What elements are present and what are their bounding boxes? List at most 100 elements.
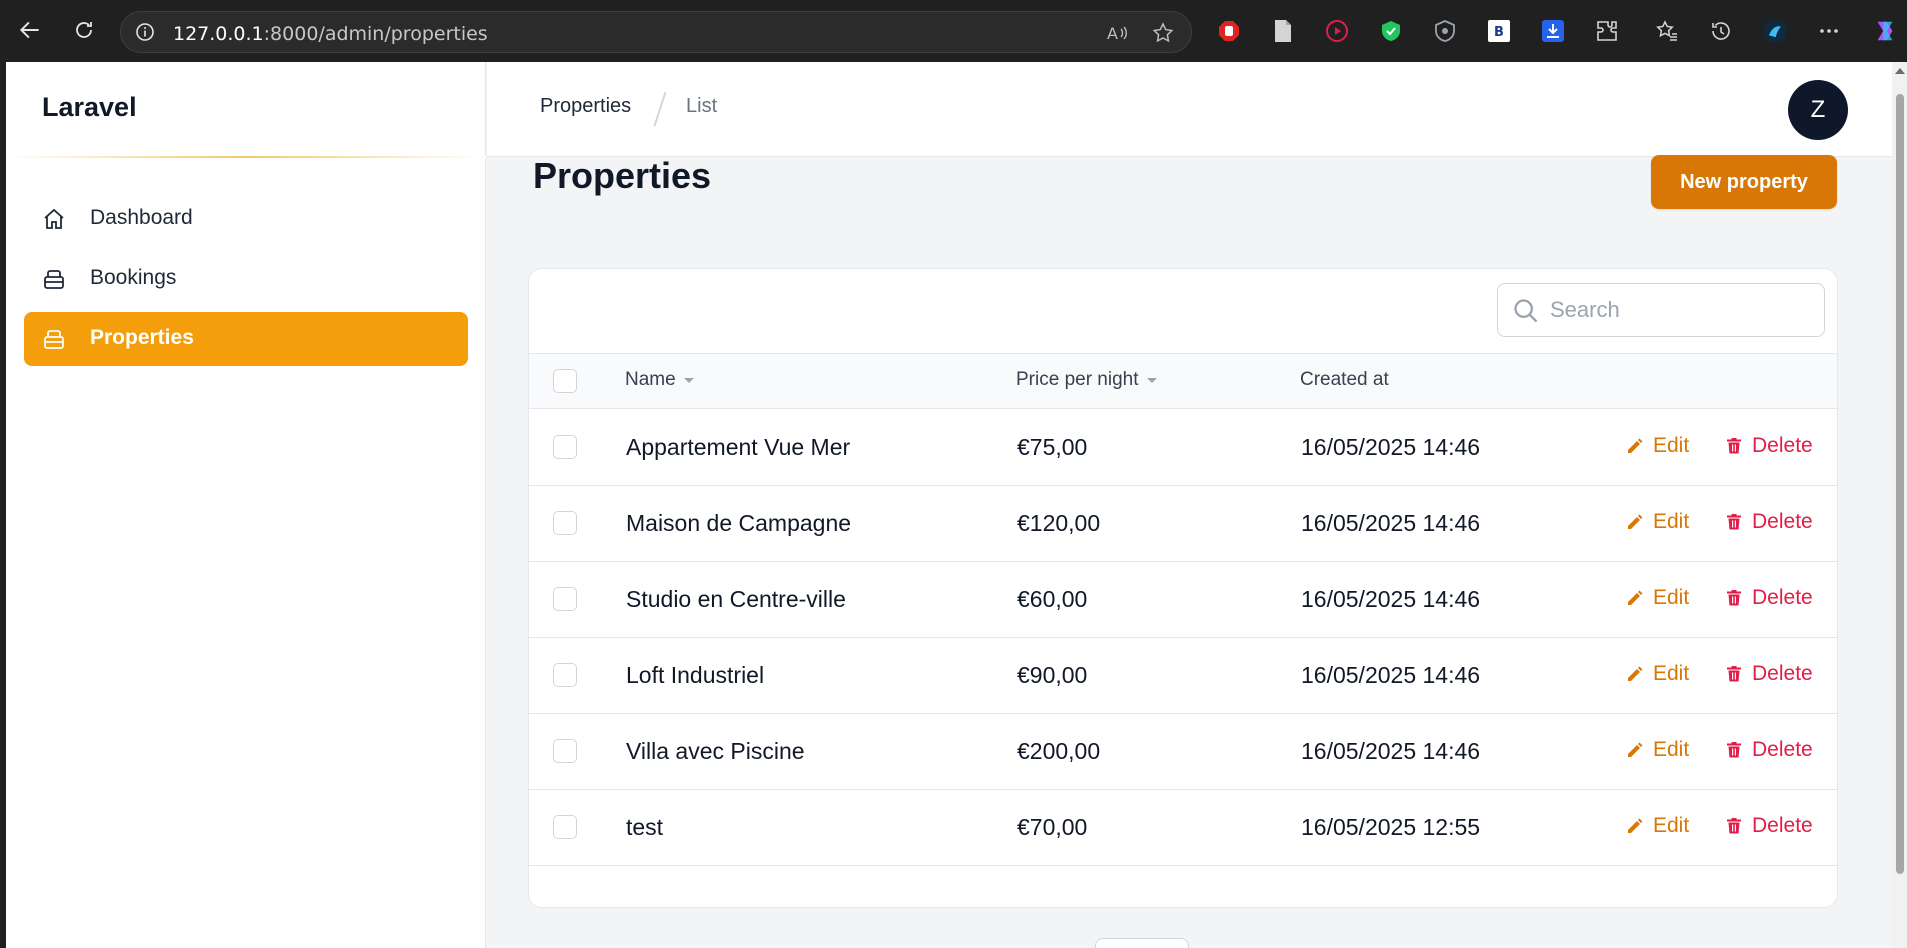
search-input[interactable] bbox=[1550, 294, 1810, 326]
avatar[interactable]: Z bbox=[1788, 80, 1848, 140]
edit-button[interactable]: Edit bbox=[1625, 662, 1689, 686]
edit-label: Edit bbox=[1653, 510, 1690, 533]
sort-chevron-icon bbox=[1146, 377, 1157, 383]
edit-button[interactable]: Edit bbox=[1625, 434, 1689, 458]
download-extension-icon[interactable] bbox=[1540, 18, 1566, 44]
trash-icon bbox=[1727, 590, 1741, 606]
favorite-icon[interactable] bbox=[1151, 21, 1175, 45]
favorites-icon[interactable] bbox=[1654, 18, 1680, 44]
sidebar-item-label: Dashboard bbox=[90, 206, 193, 229]
delete-button[interactable]: Delete bbox=[1724, 434, 1813, 458]
more-icon[interactable] bbox=[1816, 18, 1842, 44]
row-checkbox[interactable] bbox=[553, 587, 577, 611]
page-title: Properties bbox=[533, 155, 712, 196]
document-extension-icon[interactable] bbox=[1270, 18, 1296, 44]
row-checkbox[interactable] bbox=[553, 435, 577, 459]
property-created-at: 16/05/2025 14:46 bbox=[1301, 662, 1481, 688]
extensions-puzzle-icon[interactable] bbox=[1594, 18, 1620, 44]
delete-button[interactable]: Delete bbox=[1724, 814, 1813, 838]
shield-extension-icon[interactable] bbox=[1432, 18, 1458, 44]
row-checkbox[interactable] bbox=[553, 815, 577, 839]
edit-button[interactable]: Edit bbox=[1625, 814, 1689, 838]
adblock-extension-icon[interactable] bbox=[1216, 18, 1242, 44]
delete-label: Delete bbox=[1752, 738, 1813, 761]
building-icon bbox=[44, 330, 64, 349]
delete-label: Delete bbox=[1752, 814, 1813, 837]
row-checkbox[interactable] bbox=[553, 663, 577, 687]
sidebar-item-properties[interactable]: Properties bbox=[24, 312, 468, 366]
home-icon bbox=[44, 208, 64, 229]
brand-logo-text[interactable]: Laravel bbox=[42, 92, 137, 123]
edit-label: Edit bbox=[1653, 662, 1690, 685]
scrollbar-thumb[interactable] bbox=[1896, 94, 1904, 874]
scroll-up-arrow[interactable] bbox=[1895, 68, 1905, 74]
svg-text:A: A bbox=[1107, 24, 1118, 43]
delete-button[interactable]: Delete bbox=[1724, 510, 1813, 534]
trash-icon bbox=[1727, 666, 1741, 682]
table-row: Villa avec Piscine €200,00 16/05/2025 14:4… bbox=[529, 714, 1837, 790]
pencil-icon bbox=[1628, 590, 1643, 605]
sidebar-item-bookings[interactable]: Bookings bbox=[24, 252, 468, 306]
edit-button[interactable]: Edit bbox=[1625, 510, 1689, 534]
copilot-icon[interactable] bbox=[1872, 18, 1898, 44]
breadcrumb-properties[interactable]: Properties bbox=[540, 95, 631, 118]
address-bar[interactable]: 127.0.0.1:8000/admin/properties A bbox=[120, 11, 1192, 53]
column-created-label: Created at bbox=[1300, 369, 1389, 390]
property-price: €90,00 bbox=[1017, 662, 1088, 688]
edit-label: Edit bbox=[1653, 434, 1690, 457]
edit-label: Edit bbox=[1653, 814, 1690, 837]
property-price: €120,00 bbox=[1017, 510, 1101, 536]
svg-text:B: B bbox=[1494, 25, 1504, 40]
brand-divider bbox=[6, 156, 486, 158]
edit-button[interactable]: Edit bbox=[1625, 586, 1689, 610]
property-name: test bbox=[626, 814, 664, 840]
search-icon bbox=[1514, 299, 1538, 323]
sort-chevron-icon bbox=[683, 377, 694, 383]
pencil-icon bbox=[1628, 818, 1643, 833]
delete-button[interactable]: Delete bbox=[1724, 586, 1813, 610]
pencil-icon bbox=[1628, 514, 1643, 529]
row-checkbox[interactable] bbox=[553, 739, 577, 763]
column-name-header[interactable]: Name bbox=[625, 369, 694, 391]
property-price: €75,00 bbox=[1017, 434, 1088, 460]
delete-label: Delete bbox=[1752, 662, 1813, 685]
property-name: Loft Industriel bbox=[626, 662, 765, 688]
properties-table: Name Price per night Created at Appartem… bbox=[528, 268, 1838, 908]
table-row: Appartement Vue Mer €75,00 16/05/2025 14:4… bbox=[529, 410, 1837, 486]
shield-check-extension-icon[interactable] bbox=[1378, 18, 1404, 44]
page-scrollbar[interactable] bbox=[1892, 62, 1907, 948]
delete-label: Delete bbox=[1752, 510, 1813, 533]
property-created-at: 16/05/2025 14:46 bbox=[1301, 510, 1481, 536]
trash-icon bbox=[1727, 514, 1741, 530]
profile-icon[interactable] bbox=[1762, 18, 1788, 44]
row-checkbox[interactable] bbox=[553, 511, 577, 535]
pagination-control[interactable] bbox=[1095, 938, 1189, 948]
delete-button[interactable]: Delete bbox=[1724, 738, 1813, 762]
building-icon bbox=[44, 270, 64, 289]
sidebar-item-label: Bookings bbox=[90, 266, 177, 289]
read-aloud-icon[interactable]: A bbox=[1105, 21, 1129, 45]
column-price-label: Price per night bbox=[1016, 369, 1139, 390]
select-all-checkbox[interactable] bbox=[553, 369, 577, 393]
delete-label: Delete bbox=[1752, 434, 1813, 457]
sidebar-item-dashboard[interactable]: Dashboard bbox=[24, 192, 468, 246]
search-field[interactable] bbox=[1497, 283, 1825, 337]
info-icon[interactable] bbox=[135, 22, 155, 42]
video-extension-icon[interactable] bbox=[1324, 18, 1350, 44]
pencil-icon bbox=[1628, 742, 1643, 757]
edit-button[interactable]: Edit bbox=[1625, 738, 1689, 762]
reload-icon[interactable] bbox=[66, 12, 102, 48]
new-property-button[interactable]: New property bbox=[1651, 155, 1837, 209]
property-created-at: 16/05/2025 14:46 bbox=[1301, 738, 1481, 764]
history-icon[interactable] bbox=[1708, 18, 1734, 44]
back-icon[interactable] bbox=[12, 12, 48, 48]
column-name-label: Name bbox=[625, 369, 676, 390]
b-extension-icon[interactable]: B bbox=[1486, 18, 1512, 44]
delete-label: Delete bbox=[1752, 586, 1813, 609]
sidebar-item-label: Properties bbox=[90, 326, 194, 349]
table-row: Studio en Centre-ville €60,00 16/05/2025 1… bbox=[529, 562, 1837, 638]
browser-toolbar: 127.0.0.1:8000/admin/properties A B bbox=[0, 0, 1907, 62]
table-row: Maison de Campagne €120,00 16/05/2025 14:4… bbox=[529, 486, 1837, 562]
column-price-header[interactable]: Price per night bbox=[1016, 369, 1157, 391]
delete-button[interactable]: Delete bbox=[1724, 662, 1813, 686]
